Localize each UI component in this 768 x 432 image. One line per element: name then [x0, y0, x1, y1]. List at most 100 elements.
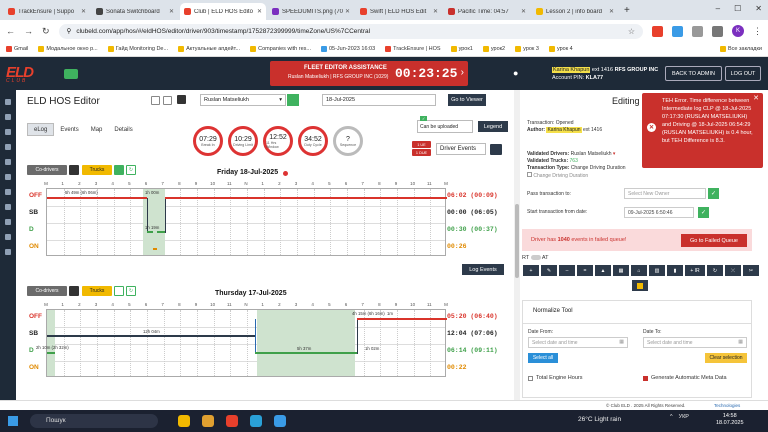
block-tool[interactable]: ▮	[667, 265, 683, 276]
close-tab-icon[interactable]: ✕	[433, 8, 438, 15]
add-event-tool[interactable]: +	[523, 265, 539, 276]
sidebar-log-icon[interactable]	[5, 114, 11, 120]
copilot-icon[interactable]	[178, 415, 190, 427]
logout-button[interactable]: LOG OUT	[725, 66, 761, 81]
all-bookmarks[interactable]: Все закладки	[719, 46, 762, 52]
windows-start-icon[interactable]	[8, 416, 18, 426]
fleet-editor-assistance-banner[interactable]: FLEET EDITOR ASSISTANCE Ruslan Matseliuk…	[270, 61, 468, 86]
chevron-right-icon[interactable]: ›	[461, 67, 464, 78]
bookmark-item[interactable]: Gmail	[6, 46, 28, 52]
elog-grid[interactable]: 5h 49m (6h 06m) 1h 00m 1h 19m	[46, 188, 447, 256]
go-to-failed-queue-button[interactable]: Go to Failed Queue	[681, 234, 747, 247]
select-all-button[interactable]: Select all	[528, 353, 558, 363]
sidebar-home-icon[interactable]	[5, 99, 11, 105]
tray-chevron-icon[interactable]: ^	[670, 414, 673, 420]
tab-details[interactable]: Details	[108, 123, 138, 136]
minimize-icon[interactable]: –	[716, 4, 720, 13]
start-date-input[interactable]: 09-Jul-2025 6:50:46	[624, 207, 694, 218]
legend-button[interactable]: Legend	[478, 121, 508, 132]
language-indicator[interactable]: УКР	[679, 414, 689, 420]
camera-icon[interactable]	[69, 165, 79, 175]
duty-segment[interactable]	[165, 197, 447, 199]
duty-segment[interactable]	[255, 352, 357, 354]
sidebar-wrench-icon[interactable]	[5, 234, 11, 240]
selected-range[interactable]	[257, 310, 355, 376]
selected-range[interactable]	[47, 310, 55, 376]
taskbar-search[interactable]: Пошук	[30, 414, 158, 428]
bookmark-item[interactable]: Гайд Monitoring De...	[107, 46, 168, 52]
duty-segment[interactable]	[47, 197, 147, 199]
driver-events-select[interactable]: Driver Events	[436, 143, 486, 155]
reload-icon[interactable]: ↻	[42, 26, 50, 37]
downloads-icon[interactable]	[712, 25, 723, 37]
truck-icon[interactable]	[114, 165, 124, 175]
date-to-input[interactable]: Select date and time ▦	[643, 337, 747, 348]
browser-tab[interactable]: Sonata Switchboard ✕	[92, 3, 178, 20]
date-input[interactable]: 18-Jul-2025	[322, 94, 436, 106]
maximize-icon[interactable]: ☐	[734, 4, 741, 13]
sidebar-settings-icon[interactable]	[5, 219, 11, 225]
driver-select[interactable]: Ruslan Matseliukh ▾	[200, 94, 299, 106]
shift-tool[interactable]: ▲	[595, 265, 611, 276]
split-tool[interactable]: ▥	[649, 265, 665, 276]
eld-club-logo[interactable]: ELD CLUB	[6, 64, 58, 84]
remove-tool[interactable]: –	[559, 265, 575, 276]
scrollbar-thumb[interactable]	[515, 204, 519, 278]
calendar-icon[interactable]: ▦	[619, 339, 624, 345]
site-info-icon[interactable]: ⚲	[67, 27, 72, 35]
trucks-button[interactable]: Trucks	[82, 286, 112, 296]
duty-segment[interactable]	[157, 231, 165, 233]
tab-events[interactable]: Events	[54, 123, 84, 136]
cross-tool[interactable]: ⤫	[725, 265, 741, 276]
duty-segment[interactable]	[147, 231, 153, 233]
browser-tab[interactable]: Swift | ELD HOS Edit ✕	[356, 3, 442, 20]
grid-tool[interactable]: ▦	[613, 265, 629, 276]
print-icon[interactable]	[163, 96, 172, 105]
forward-icon[interactable]: →	[24, 26, 33, 36]
system-clock[interactable]: 14:58 18.07.2025	[716, 413, 744, 427]
telegram-icon[interactable]	[250, 415, 262, 427]
date-from-input[interactable]: Select date and time ▦	[528, 337, 628, 348]
browser-menu-icon[interactable]: ⋮	[753, 26, 762, 37]
truck-icon[interactable]	[114, 286, 124, 296]
rt-at-toggle[interactable]: RT AT	[522, 255, 549, 261]
refresh-tool[interactable]: ↻	[707, 265, 723, 276]
extensions-puzzle-icon[interactable]	[692, 25, 703, 37]
bookmark-item[interactable]: урок1	[450, 46, 473, 52]
go-to-viewer-button[interactable]: Go to Viewer	[448, 94, 486, 106]
settings-icon[interactable]	[490, 144, 502, 155]
checkbox-checked[interactable]	[643, 375, 648, 381]
camera-icon[interactable]	[64, 68, 78, 79]
copy-icon[interactable]	[151, 96, 160, 105]
back-to-admin-button[interactable]: BACK TO ADMIN	[665, 66, 722, 81]
chrome-icon[interactable]	[226, 415, 238, 427]
codrivers-button[interactable]: Co-drivers	[27, 286, 67, 296]
upload-status-select[interactable]: ✓ Can be uploaded	[417, 116, 473, 133]
elog-grid[interactable]: 12h 04m 2h 10m (2h 32m) 5h 37m 1h 02m 4h 15m…	[36, 309, 447, 377]
home-tool[interactable]: ⌂	[631, 265, 647, 276]
close-tab-icon[interactable]: ✕	[609, 8, 614, 15]
start-date-confirm-button[interactable]: ✓	[698, 207, 709, 218]
extension-icon[interactable]	[672, 25, 683, 37]
browser-tab[interactable]: Pacific Time: 04:57 ✕	[444, 3, 530, 20]
profile-avatar[interactable]: K	[732, 25, 744, 37]
sidebar-help-icon[interactable]	[5, 249, 11, 255]
clear-selection-button[interactable]: Clear selection	[705, 353, 747, 363]
close-tab-icon[interactable]: ✕	[521, 8, 526, 15]
url-field[interactable]: ⚲ clubeld.com/app/hos/#/eldHOS/editor/dr…	[58, 23, 643, 39]
bookmark-item[interactable]: Модальное окно p...	[38, 46, 98, 52]
close-tab-icon[interactable]: ✕	[169, 8, 174, 15]
equal-tool[interactable]: =	[577, 265, 593, 276]
calendar-icon[interactable]: ▦	[738, 339, 743, 345]
duty-segment[interactable]	[47, 352, 55, 354]
person-icon[interactable]	[177, 95, 186, 104]
new-owner-select[interactable]: Select New Owner	[624, 188, 706, 199]
browser-tab[interactable]: TrackEnsure | Suppo ✕	[4, 3, 90, 20]
edit-tool[interactable]: ✎	[541, 265, 557, 276]
trucks-button[interactable]: Trucks	[82, 165, 112, 175]
sidebar-users-icon[interactable]	[5, 144, 11, 150]
total-engine-hours-option[interactable]: Total Engine Hours	[528, 375, 582, 381]
file-explorer-icon[interactable]	[202, 415, 214, 427]
close-window-icon[interactable]: ✕	[755, 4, 762, 13]
browser-tab[interactable]: Lesson 2 | info board ✕	[532, 3, 618, 20]
